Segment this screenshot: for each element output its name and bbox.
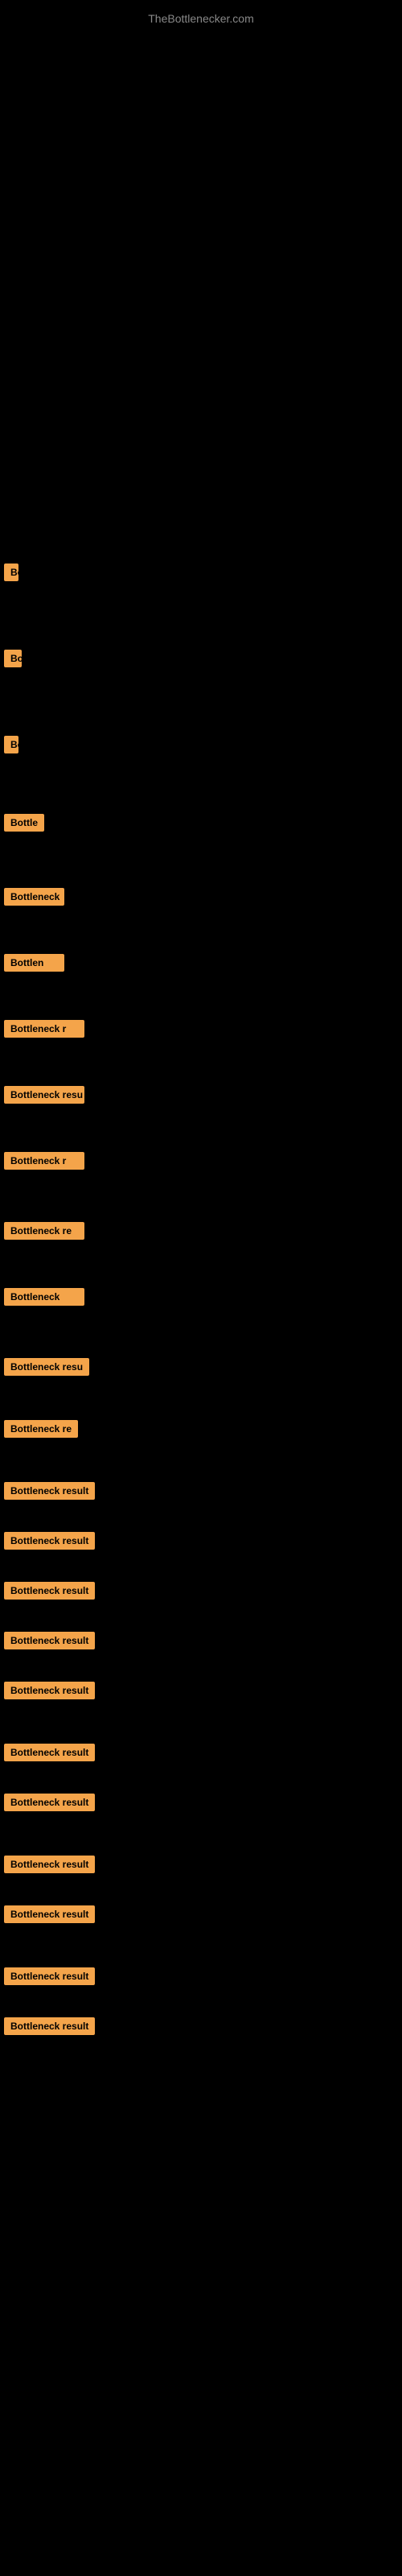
list-item: Bottleneck result: [0, 1794, 402, 1811]
bottleneck-result-label: Bottleneck result: [4, 1744, 95, 1761]
bottleneck-result-label: Bottleneck result: [4, 736, 18, 753]
bottleneck-result-label: Bottleneck result: [4, 1905, 95, 1923]
list-item: Bottle: [0, 814, 402, 836]
bottleneck-result-label: Bottleneck: [4, 888, 64, 906]
list-item: Bottleneck: [0, 1288, 402, 1310]
list-item: Bottleneck result: [0, 1482, 402, 1500]
bottleneck-result-label: Bottleneck resu: [4, 1086, 84, 1104]
bottleneck-result-label: Bottle: [4, 814, 44, 832]
list-item: Bottleneck re: [0, 1420, 402, 1438]
bottleneck-result-label: Bottleneck result: [4, 1482, 95, 1500]
list-item: Bottleneck result: [0, 2017, 402, 2035]
bottleneck-result-label: Bottleneck result: [4, 1682, 95, 1699]
list-item: Bottleneck: [0, 888, 402, 910]
bottleneck-result-label: Bottleneck result: [4, 2017, 95, 2035]
bottleneck-result-label: Bottleneck result: [4, 1582, 95, 1600]
list-item: Bottleneck r: [0, 1020, 402, 1042]
list-item: Bottleneck resu: [0, 1086, 402, 1108]
bottleneck-result-label: Bottleneck result: [4, 650, 22, 667]
bottleneck-result-label: Bottleneck re: [4, 1420, 78, 1438]
bottleneck-list: Bottleneck result Bottleneck result Bott…: [0, 564, 402, 2067]
list-item: Bottleneck result: [0, 564, 402, 585]
site-title: TheBottlenecker.com: [0, 4, 402, 33]
list-item: Bottleneck result: [0, 1967, 402, 1985]
list-item: Bottlen: [0, 954, 402, 976]
bottleneck-result-label: Bottleneck result: [4, 564, 18, 581]
list-item: Bottleneck result: [0, 1744, 402, 1761]
list-item: Bottleneck result: [0, 1532, 402, 1550]
list-item: Bottleneck result: [0, 1856, 402, 1873]
list-item: Bottleneck result: [0, 1582, 402, 1600]
list-item: Bottleneck resu: [0, 1358, 402, 1376]
list-item: Bottleneck result: [0, 650, 402, 671]
bottleneck-result-label: Bottleneck result: [4, 1794, 95, 1811]
bottleneck-result-label: Bottleneck resu: [4, 1358, 89, 1376]
list-item: Bottleneck result: [0, 1905, 402, 1923]
bottleneck-result-label: Bottleneck result: [4, 1967, 95, 1985]
list-item: Bottleneck re: [0, 1222, 402, 1244]
list-item: Bottleneck result: [0, 736, 402, 758]
list-item: Bottleneck result: [0, 1682, 402, 1699]
bottleneck-result-label: Bottleneck r: [4, 1152, 84, 1170]
bottleneck-result-label: Bottlen: [4, 954, 64, 972]
bottleneck-result-label: Bottleneck: [4, 1288, 84, 1306]
bottleneck-result-label: Bottleneck result: [4, 1532, 95, 1550]
bottleneck-result-label: Bottleneck re: [4, 1222, 84, 1240]
list-item: Bottleneck r: [0, 1152, 402, 1174]
list-item: Bottleneck result: [0, 1632, 402, 1649]
bottleneck-result-label: Bottleneck r: [4, 1020, 84, 1038]
bottleneck-result-label: Bottleneck result: [4, 1632, 95, 1649]
bottleneck-result-label: Bottleneck result: [4, 1856, 95, 1873]
